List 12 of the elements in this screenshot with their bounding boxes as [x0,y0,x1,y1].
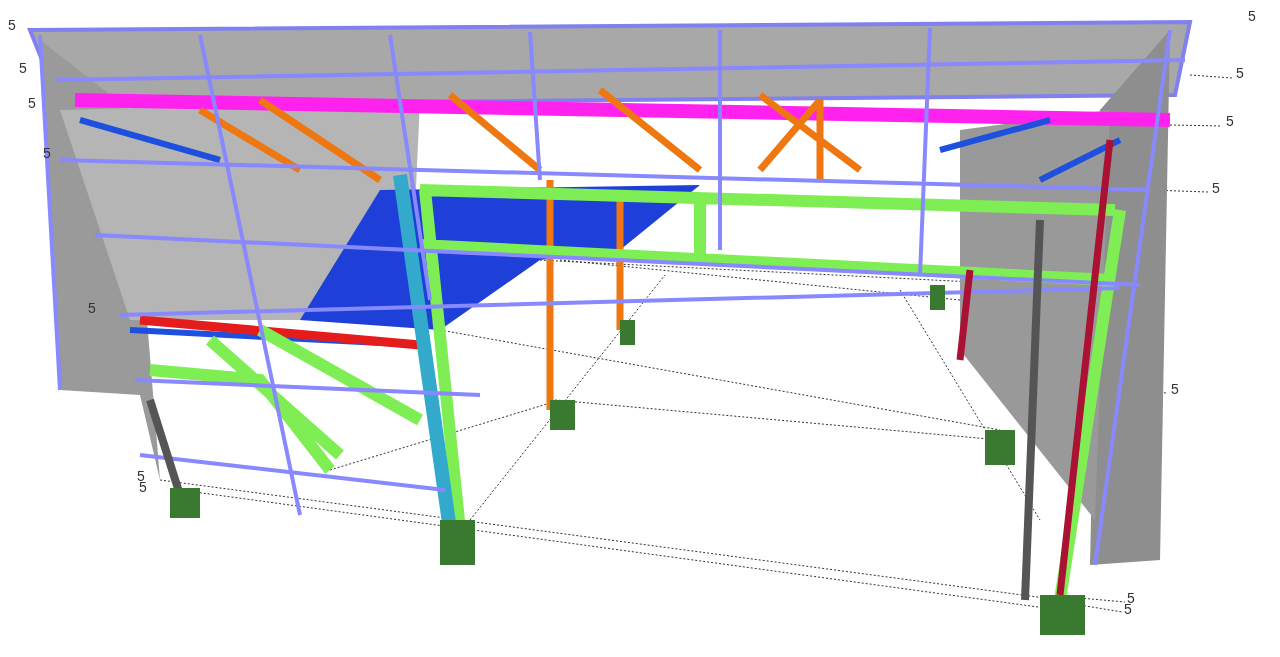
grid-label: 5 [43,145,51,161]
grid-label: 5 [1171,381,1179,397]
grid-label: 5 [88,300,96,316]
grid-label: 5 [1236,65,1244,81]
grid-label: 5 [8,17,16,33]
grid-label: 5 [1127,590,1135,606]
grid-label: 5 [1226,113,1234,129]
grid-label: 5 [19,60,27,76]
grid-label: 5 [137,468,145,484]
grid-label: 5 [1248,8,1256,24]
grid-label: 5 [28,95,36,111]
grid-label: 5 [1212,180,1220,196]
